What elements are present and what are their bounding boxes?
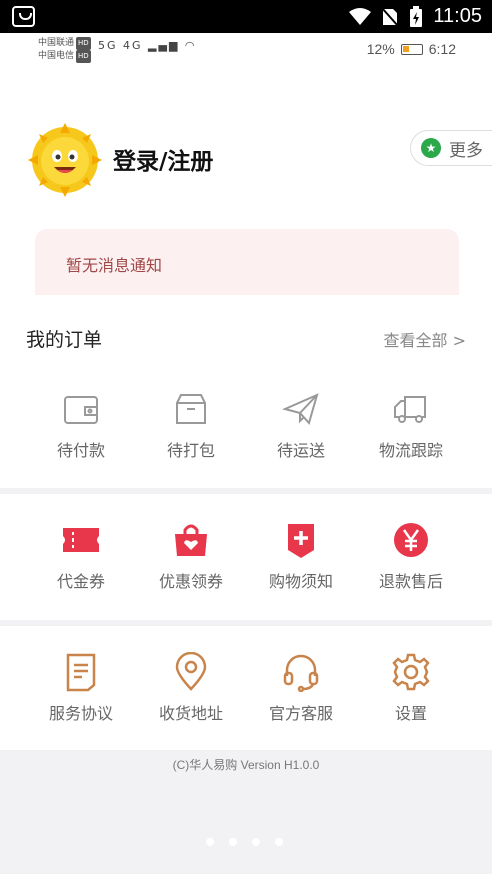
carrier-1: 中国联通: [38, 38, 75, 48]
settings-grid: 服务协议 收货地址 官方客服 设置: [0, 652, 492, 724]
notice-badge-icon: [288, 524, 314, 558]
voucher-icon: [63, 528, 99, 552]
shopping-notice-entry[interactable]: 购物须知: [246, 520, 356, 592]
paper-plane-icon: [281, 393, 319, 426]
more-button[interactable]: ★ 更多: [410, 130, 492, 166]
service-agreement-entry[interactable]: 服务协议: [26, 652, 136, 724]
order-item-label: 待打包: [166, 441, 215, 460]
headset-icon: [283, 654, 319, 692]
hd-badge: HD: [76, 37, 91, 50]
order-pending-ship[interactable]: 待运送: [246, 389, 356, 461]
settings-entry[interactable]: 设置: [356, 652, 466, 724]
truck-icon: [394, 396, 426, 423]
page-dot: [229, 838, 237, 846]
battery-percent: 12%: [366, 41, 395, 57]
settings-item-label: 收货地址: [158, 704, 223, 723]
order-pending-pack[interactable]: 待打包: [136, 389, 246, 461]
phone-status-bar: 中国联通 HD 中国电信 HD 5G 4G ▂▄▆ ◠ 12% 6:12: [0, 33, 492, 67]
order-item-label: 待运送: [276, 441, 325, 460]
signal-strength: 5G 4G ▂▄▆ ◠: [98, 39, 197, 52]
shipping-address-entry[interactable]: 收货地址: [136, 652, 246, 724]
coupon-claim-entry[interactable]: 优惠领券: [136, 520, 246, 592]
version-footer: (C)华人易购 Version H1.0.0: [172, 758, 320, 772]
carrier-info: 中国联通 HD 中国电信 HD: [38, 37, 91, 63]
service-item-label: 代金券: [56, 572, 105, 591]
refund-entry[interactable]: 退款售后: [356, 520, 466, 592]
orders-title: 我的订单: [26, 329, 103, 351]
sun-avatar[interactable]: [28, 123, 102, 197]
service-item-label: 退款售后: [378, 572, 443, 591]
yen-icon: [394, 523, 428, 557]
star-icon: ★: [421, 138, 441, 158]
shopping-bag-notification-icon: [12, 6, 35, 27]
phone-time: 6:12: [428, 41, 456, 57]
order-item-label: 物流跟踪: [378, 441, 443, 460]
order-status-grid: 待付款 待打包 待运送 物流跟踪: [0, 389, 492, 461]
voucher-entry[interactable]: 代金券: [26, 520, 136, 592]
page-indicator: [206, 838, 283, 846]
gear-icon: [392, 653, 430, 691]
more-label: 更多: [449, 140, 483, 161]
page-dot: [252, 838, 260, 846]
my-orders-card: 我的订单 查看全部 > 待付款 待打包 待运送 物流跟踪: [0, 295, 492, 488]
location-pin-icon: [175, 652, 207, 691]
carrier-2: 中国电信: [38, 51, 75, 61]
hd-badge: HD: [76, 50, 91, 63]
document-icon: [66, 653, 96, 692]
settings-card: 服务协议 收货地址 官方客服 设置: [0, 626, 492, 750]
customer-service-entry[interactable]: 官方客服: [246, 652, 356, 724]
wifi-icon: [349, 7, 372, 25]
system-time: 11:05: [433, 5, 482, 27]
order-item-label: 待付款: [56, 441, 105, 460]
view-all-orders-link[interactable]: 查看全部 >: [384, 327, 467, 351]
page-dot-active: [275, 838, 283, 846]
order-tracking[interactable]: 物流跟踪: [356, 389, 466, 461]
services-grid: 代金券 优惠领券 购物须知 退款售后: [0, 520, 492, 592]
signal-label: 5G 4G: [98, 39, 143, 52]
battery-icon: [400, 43, 423, 55]
page-dot: [206, 838, 214, 846]
settings-item-label: 官方客服: [268, 704, 333, 723]
shopping-bag-icon: [175, 524, 207, 556]
settings-item-label: 设置: [394, 704, 427, 723]
box-icon: [176, 394, 206, 424]
services-card: 代金券 优惠领券 购物须知 退款售后: [0, 494, 492, 620]
notice-text: 暂无消息通知: [66, 256, 163, 275]
system-status-bar: 11:05: [0, 0, 492, 33]
wallet-icon: [64, 396, 98, 424]
order-pending-payment[interactable]: 待付款: [26, 389, 136, 461]
profile-header: 登录/注册 ★ 更多 暂无消息通知: [0, 67, 492, 295]
battery-charging-icon: [410, 5, 423, 27]
service-item-label: 优惠领券: [158, 572, 223, 591]
settings-item-label: 服务协议: [48, 704, 113, 723]
no-sim-icon: [381, 6, 400, 27]
service-item-label: 购物须知: [268, 572, 333, 591]
message-notice[interactable]: 暂无消息通知: [35, 229, 459, 295]
login-register-link[interactable]: 登录/注册: [113, 142, 213, 176]
